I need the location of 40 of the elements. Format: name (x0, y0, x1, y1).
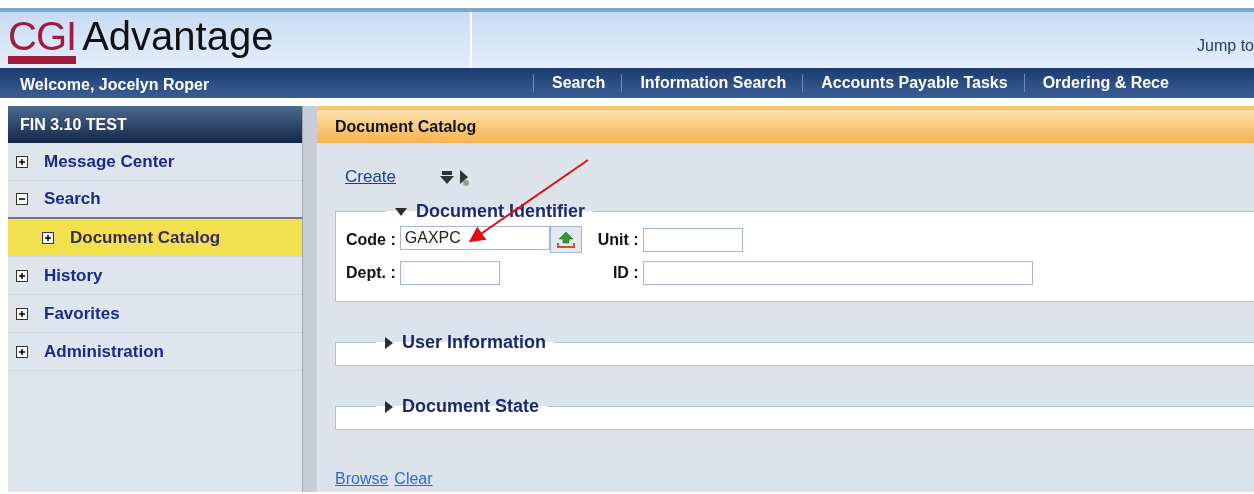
page-title: Document Catalog (317, 106, 1254, 143)
welcome-text: Welcome, Jocelyn Roper (20, 75, 211, 94)
expand-icon[interactable] (16, 345, 28, 358)
section-header[interactable]: User Information (376, 332, 555, 353)
sidebar-item[interactable]: History (8, 257, 302, 295)
caret-right-icon (384, 335, 394, 350)
upload-icon (555, 230, 576, 249)
sidebar-item[interactable]: Administration (8, 333, 302, 371)
action-link[interactable]: Clear (394, 470, 433, 487)
logo-name: Advantage (82, 16, 274, 56)
section-header[interactable]: Document Identifier (386, 201, 593, 222)
sidebar-title: FIN 3.10 TEST (8, 106, 302, 143)
jump-label: Jump to (1197, 36, 1254, 56)
collapse-icon[interactable] (16, 193, 28, 205)
nav-menu-item[interactable]: Information Search (621, 74, 803, 92)
nav-menu-item[interactable]: Search (533, 74, 622, 92)
nav-menu-item[interactable]: Ordering & Rece (1023, 74, 1185, 92)
sidebar-item[interactable]: Document Catalog (8, 219, 302, 257)
action-link[interactable]: Browse (335, 470, 389, 487)
expand-icon[interactable] (16, 307, 28, 320)
expand-icon[interactable] (16, 155, 28, 168)
field-label: Dept. : (346, 264, 396, 282)
caret-down-icon (394, 206, 408, 217)
arrows-icon[interactable] (438, 168, 471, 186)
section-header[interactable]: Document State (376, 396, 548, 417)
input-field[interactable] (399, 261, 500, 285)
input-field[interactable] (642, 261, 1033, 285)
field-label: Code : (346, 230, 396, 249)
expand-icon[interactable] (16, 269, 28, 282)
input-field[interactable]: GAXPC (399, 226, 550, 250)
sidebar-item[interactable]: Message Center (8, 143, 302, 181)
create-link[interactable]: Create (345, 167, 397, 187)
lookup-button[interactable] (549, 226, 582, 253)
expand-icon[interactable] (42, 231, 54, 244)
caret-right-icon (384, 399, 394, 414)
input-field[interactable] (642, 227, 743, 252)
field-label: Unit : (596, 230, 639, 249)
nav-menu-item[interactable]: Accounts Payable Tasks (802, 74, 1024, 92)
sidebar-item[interactable]: Favorites (8, 295, 302, 333)
field-label: ID : (611, 264, 639, 282)
